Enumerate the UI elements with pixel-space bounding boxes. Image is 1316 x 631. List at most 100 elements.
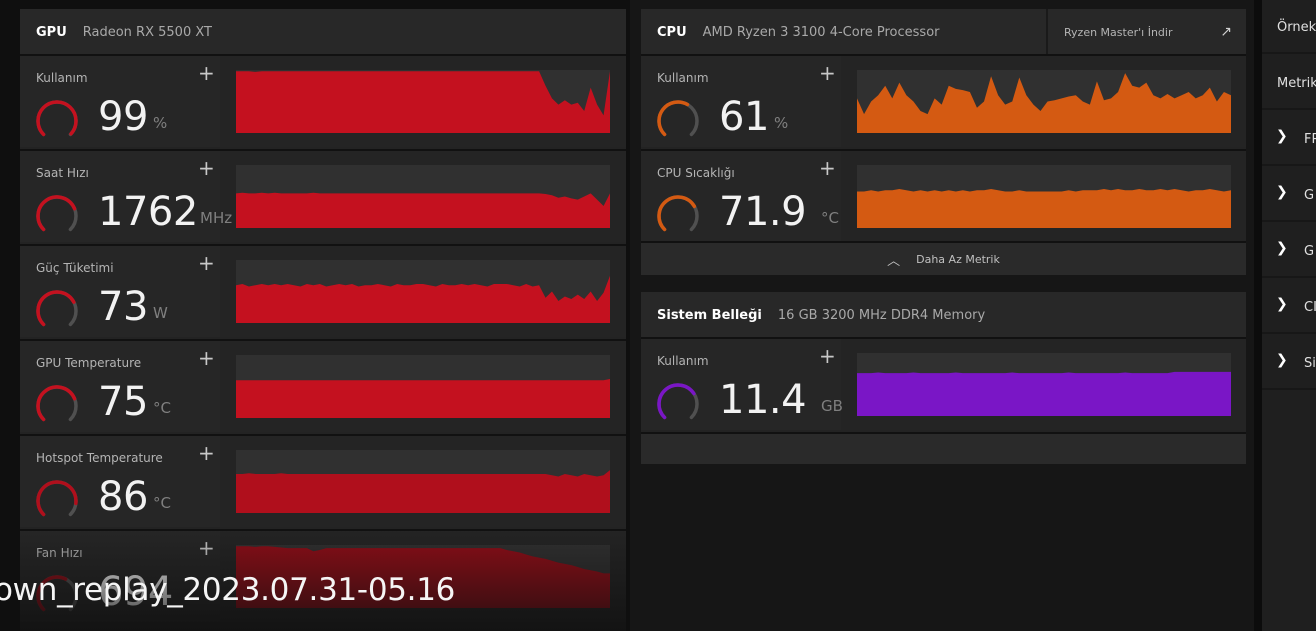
chevron-right-icon: ❯ bbox=[1276, 352, 1288, 368]
metric-summary: Saat Hızı +1762 MHz bbox=[20, 151, 232, 242]
ryzen-master-download-button[interactable]: Ryzen Master'ı İndir ↗ bbox=[1046, 9, 1246, 55]
gauge-fill bbox=[657, 195, 697, 232]
less-metrics-label: Daha Az Metrik bbox=[916, 252, 1000, 266]
right-menu-label: Metrik bbox=[1277, 76, 1316, 91]
gauge-fill bbox=[36, 100, 78, 137]
add-metric-icon[interactable]: + bbox=[198, 536, 215, 560]
gauge-icon bbox=[34, 193, 80, 239]
gauge-fill bbox=[36, 480, 78, 517]
history-area bbox=[857, 188, 1231, 228]
metric-summary: Kullanım +61% bbox=[641, 56, 841, 147]
metric-label: Kullanım bbox=[657, 354, 709, 368]
metric-summary: GPU Temperature +75 °C bbox=[20, 341, 220, 432]
right-menu-label: G bbox=[1304, 244, 1315, 259]
right-menu-item[interactable]: ❯ Si bbox=[1262, 336, 1316, 390]
right-menu-item[interactable]: ❯ G bbox=[1262, 224, 1316, 278]
cpu-panel-header: CPU AMD Ryzen 3 3100 4-Core Processor Ry… bbox=[641, 9, 1246, 55]
metric-unit: °C bbox=[821, 209, 839, 227]
history-area bbox=[236, 192, 610, 228]
history-area bbox=[236, 71, 610, 133]
metric-summary: CPU Sıcaklığı +71.9 °C bbox=[641, 151, 841, 242]
metric-summary: Hotspot Temperature +86 °C bbox=[20, 436, 220, 527]
gpu-title: GPU bbox=[36, 24, 67, 40]
add-metric-icon[interactable]: + bbox=[198, 156, 215, 180]
metric-value: 11.4 bbox=[719, 377, 807, 423]
gauge-ring bbox=[657, 100, 699, 137]
metric-row: Saat Hızı +1762 MHz bbox=[20, 149, 626, 242]
history-chart bbox=[857, 188, 1231, 228]
metric-row: Kullanım +11.4 GB bbox=[641, 337, 1246, 430]
less-metrics-button[interactable]: ︿ Daha Az Metrik bbox=[641, 241, 1246, 275]
metric-label: Güç Tüketimi bbox=[36, 261, 114, 275]
add-metric-icon[interactable]: + bbox=[819, 156, 836, 180]
chevron-right-icon: ❯ bbox=[1276, 296, 1288, 312]
chevron-up-icon: ︿ bbox=[887, 253, 901, 269]
history-chart bbox=[236, 470, 610, 513]
metric-label: Saat Hızı bbox=[36, 166, 89, 180]
add-metric-icon[interactable]: + bbox=[198, 61, 215, 85]
gauge-ring bbox=[36, 385, 78, 422]
history-area bbox=[236, 275, 610, 323]
cpu-model: AMD Ryzen 3 3100 4-Core Processor bbox=[702, 24, 940, 40]
metric-chart-area bbox=[857, 353, 1231, 416]
add-metric-icon[interactable]: + bbox=[198, 346, 215, 370]
metric-label: Kullanım bbox=[657, 71, 709, 85]
add-metric-icon[interactable]: + bbox=[198, 251, 215, 275]
metric-chart-area bbox=[236, 70, 610, 133]
metric-row: Kullanım +61% bbox=[641, 54, 1246, 147]
gauge-ring bbox=[36, 480, 78, 517]
metric-label: CPU Sıcaklığı bbox=[657, 166, 735, 180]
ryzen-master-label: Ryzen Master'ı İndir bbox=[1064, 25, 1173, 39]
add-metric-icon[interactable]: + bbox=[819, 344, 836, 368]
metric-unit: % bbox=[774, 114, 789, 132]
metric-value: 73 bbox=[98, 284, 148, 330]
gauge-icon bbox=[34, 98, 80, 144]
metric-chart-area bbox=[857, 70, 1231, 133]
metric-chart-area bbox=[857, 165, 1231, 228]
gauge-fill bbox=[36, 290, 76, 327]
metric-row: Kullanım +99% bbox=[20, 54, 626, 147]
metric-unit: MHz bbox=[200, 209, 233, 227]
history-chart bbox=[236, 275, 610, 323]
metric-value: 61 bbox=[719, 94, 769, 140]
metric-label: GPU Temperature bbox=[36, 356, 142, 370]
gauge-fill bbox=[657, 100, 690, 137]
metric-value: 75 bbox=[98, 379, 148, 425]
metric-unit: W bbox=[153, 304, 168, 322]
metric-value: 99 bbox=[98, 94, 148, 140]
gauge-ring bbox=[657, 195, 699, 232]
background-strip bbox=[1254, 0, 1262, 631]
memory-footer bbox=[641, 432, 1246, 464]
gauge-icon bbox=[34, 288, 80, 334]
gauge-icon bbox=[34, 478, 80, 524]
metric-value: 71.9 bbox=[719, 189, 807, 235]
gauge-icon bbox=[655, 98, 701, 144]
right-menu-item[interactable]: Metrik bbox=[1262, 56, 1316, 110]
right-menu-label: G bbox=[1304, 188, 1315, 203]
history-area bbox=[857, 73, 1231, 133]
add-metric-icon[interactable]: + bbox=[198, 441, 215, 465]
cpu-panel: CPU AMD Ryzen 3 3100 4-Core Processor Ry… bbox=[641, 9, 1246, 275]
right-menu-item[interactable]: ❯ G bbox=[1262, 168, 1316, 222]
memory-model: 16 GB 3200 MHz DDR4 Memory bbox=[777, 307, 986, 323]
add-metric-icon[interactable]: + bbox=[819, 61, 836, 85]
metric-row: Güç Tüketimi +73 W bbox=[20, 244, 626, 337]
gauge-fill bbox=[36, 385, 77, 422]
history-chart bbox=[236, 192, 610, 228]
right-menu-item[interactable]: Örnekl bbox=[1262, 0, 1316, 54]
gauge-fill bbox=[36, 195, 77, 232]
history-chart bbox=[236, 71, 610, 133]
right-menu-item[interactable]: ❯ CI bbox=[1262, 280, 1316, 334]
history-chart bbox=[236, 378, 610, 418]
memory-panel-header: Sistem Belleği 16 GB 3200 MHz DDR4 Memor… bbox=[641, 292, 1246, 338]
gauge-icon bbox=[34, 383, 80, 429]
metric-summary: Kullanım +11.4 GB bbox=[641, 339, 843, 430]
right-menu-label: Örnekl bbox=[1277, 20, 1316, 35]
right-menu-label: FP bbox=[1304, 132, 1316, 147]
right-menu-item[interactable]: ❯ FP bbox=[1262, 112, 1316, 166]
metric-chart-area bbox=[236, 450, 610, 513]
gauge-icon bbox=[655, 193, 701, 239]
metric-row: CPU Sıcaklığı +71.9 °C bbox=[641, 149, 1246, 242]
metric-summary: Güç Tüketimi +73 W bbox=[20, 246, 220, 337]
history-area bbox=[857, 371, 1231, 416]
